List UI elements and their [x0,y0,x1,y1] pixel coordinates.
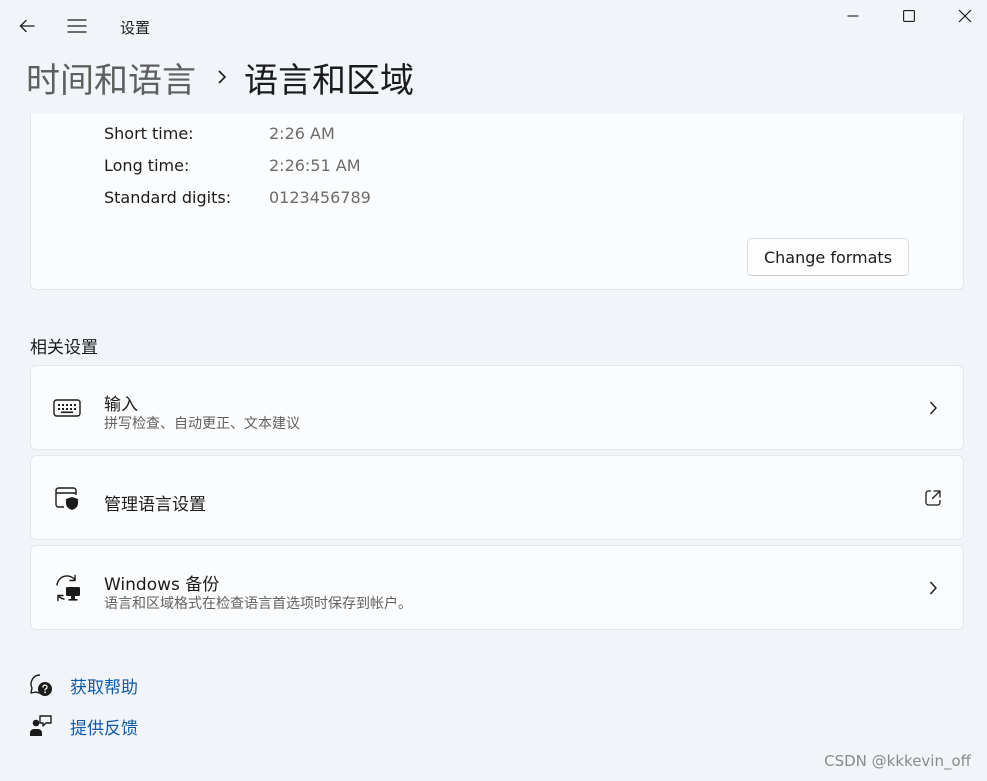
regional-format-card: Short time: 2:26 AM Long time: 2:26:51 A… [30,114,964,290]
give-feedback-label: 提供反馈 [70,718,138,739]
format-label: Standard digits: [104,188,232,207]
open-external-icon [921,486,945,510]
close-icon [958,9,972,23]
setting-title: Windows 备份 [104,575,220,595]
minimize-button[interactable] [830,0,876,32]
back-arrow-icon [19,19,35,33]
get-help-link[interactable]: 获取帮助 [28,670,138,700]
chevron-right-icon [921,576,945,600]
chevron-right-icon [218,70,227,84]
maximize-icon [903,10,915,22]
give-feedback-link[interactable]: 提供反馈 [28,711,138,741]
setting-card-manage-language[interactable]: 管理语言设置 [30,455,964,540]
format-value: 2:26 AM [269,124,335,143]
maximize-button[interactable] [886,0,932,32]
minimize-icon [847,15,859,17]
keyboard-icon [51,392,83,424]
admin-shield-window-icon [51,482,83,514]
feedback-person-icon [28,713,54,739]
get-help-label: 获取帮助 [70,677,138,698]
breadcrumb: 时间和语言 语言和区域 [26,52,414,102]
change-formats-button[interactable]: Change formats [747,238,909,276]
setting-subtitle: 语言和区域格式在检查语言首选项时保存到帐户。 [104,596,412,612]
format-label: Short time: [104,124,194,143]
hamburger-menu-icon [67,19,87,33]
section-title-related-settings: 相关设置 [30,338,98,358]
setting-card-typing[interactable]: 输入 拼写检查、自动更正、文本建议 [30,365,964,450]
format-label: Long time: [104,156,190,175]
breadcrumb-parent-time-language[interactable]: 时间和语言 [26,53,196,102]
breadcrumb-separator [216,69,228,85]
format-value: 2:26:51 AM [269,156,361,175]
sync-backup-icon [51,572,83,604]
help-chat-icon [28,672,54,698]
title-bar: 设置 [0,0,987,52]
setting-title: 输入 [104,395,138,415]
setting-card-windows-backup[interactable]: Windows 备份 语言和区域格式在检查语言首选项时保存到帐户。 [30,545,964,630]
back-button[interactable] [11,12,43,40]
setting-title: 管理语言设置 [104,495,206,515]
app-title: 设置 [120,19,151,37]
close-button[interactable] [942,0,987,32]
setting-subtitle: 拼写检查、自动更正、文本建议 [104,416,300,432]
chevron-right-icon [921,396,945,420]
watermark: CSDN @kkkevin_off [824,752,971,770]
format-value: 0123456789 [269,188,371,207]
navigation-menu-button[interactable] [61,12,93,40]
page-title: 语言和区域 [244,60,414,101]
